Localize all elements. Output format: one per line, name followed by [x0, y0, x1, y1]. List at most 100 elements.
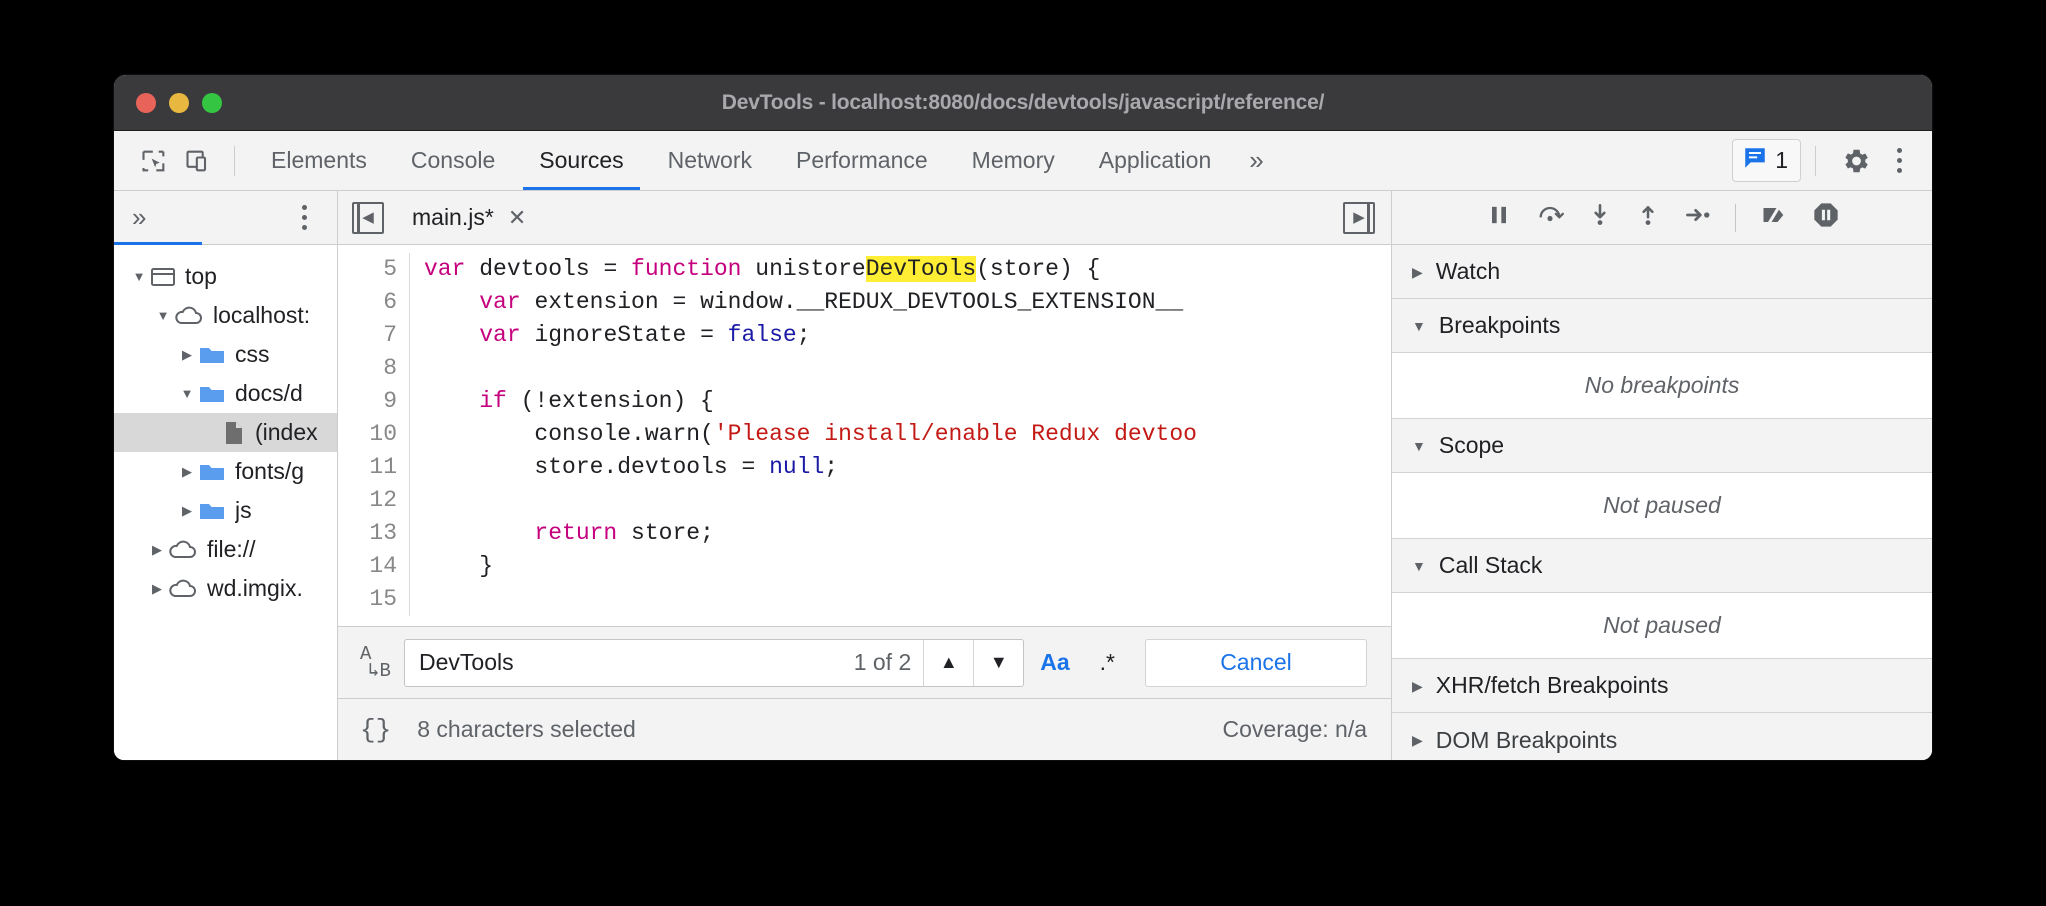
- code-viewer[interactable]: 5 var devtools = function unistoreDevToo…: [338, 245, 1391, 626]
- chevron-right-icon[interactable]: ▶: [146, 582, 168, 595]
- code-line: 15: [338, 583, 1391, 616]
- gear-icon[interactable]: [1834, 139, 1878, 183]
- more-panels-icon[interactable]: »: [1233, 145, 1279, 176]
- tree-item-file-protocol[interactable]: ▶ file://: [114, 530, 337, 569]
- chevron-right-icon[interactable]: ▶: [176, 465, 198, 478]
- tab-console[interactable]: Console: [389, 131, 517, 190]
- tree-item-label: wd.imgix.: [207, 575, 303, 602]
- chevron-down-icon[interactable]: ▼: [1412, 559, 1426, 573]
- line-number: 13: [338, 517, 410, 550]
- navigator-kebab-menu-icon[interactable]: [287, 205, 321, 230]
- find-input-group[interactable]: DevTools 1 of 2 ▲ ▼: [404, 639, 1024, 687]
- tree-item-index[interactable]: ▶ (index: [114, 413, 337, 452]
- tree-item-docs[interactable]: ▼ docs/d: [114, 374, 337, 413]
- show-navigator-icon[interactable]: ◀: [352, 202, 384, 234]
- tab-application[interactable]: Application: [1077, 131, 1234, 190]
- pause-script-execution-icon[interactable]: [1485, 201, 1513, 234]
- section-title: XHR/fetch Breakpoints: [1436, 672, 1669, 699]
- step-icon[interactable]: [1683, 201, 1713, 234]
- code-line: 6 var extension = window.__REDUX_DEVTOOL…: [338, 286, 1391, 319]
- folder-icon: [198, 499, 226, 523]
- section-title: DOM Breakpoints: [1436, 727, 1618, 754]
- chevron-down-icon[interactable]: ▼: [1412, 439, 1426, 453]
- zoom-window-button[interactable]: [202, 93, 222, 113]
- code-line: 12: [338, 484, 1391, 517]
- chevron-right-icon[interactable]: ▶: [146, 543, 168, 556]
- line-number: 8: [338, 352, 410, 385]
- editor-pane: ◀ main.js* ✕ ▶ 5 var devtools = function…: [338, 191, 1392, 760]
- line-number: 6: [338, 286, 410, 319]
- step-into-icon[interactable]: [1587, 201, 1613, 234]
- section-title: Breakpoints: [1439, 312, 1560, 339]
- chevron-down-icon[interactable]: ▼: [973, 640, 1023, 686]
- line-content: if (!extension) {: [410, 385, 714, 418]
- step-out-icon[interactable]: [1635, 201, 1661, 234]
- line-content: return store;: [410, 517, 714, 550]
- scope-empty-state: Not paused: [1392, 473, 1932, 539]
- match-case-button[interactable]: Aa: [1024, 649, 1085, 676]
- tab-performance[interactable]: Performance: [774, 131, 950, 190]
- tab-sources[interactable]: Sources: [517, 131, 645, 190]
- chevron-up-icon[interactable]: ▲: [923, 640, 973, 686]
- folder-icon: [198, 343, 226, 367]
- pretty-print-icon[interactable]: {}: [360, 715, 391, 745]
- chevron-right-icon[interactable]: ▶: [1412, 679, 1423, 693]
- pause-on-exceptions-icon[interactable]: [1812, 201, 1840, 234]
- kebab-menu-icon[interactable]: [1882, 148, 1916, 173]
- cloud-icon: [168, 538, 198, 562]
- file-tab-main-js[interactable]: main.js* ✕: [412, 191, 526, 244]
- cloud-icon: [168, 577, 198, 601]
- chevron-right-icon[interactable]: ▶: [1412, 733, 1423, 747]
- file-tree: ▼ top ▼: [114, 245, 337, 608]
- screenshot-root: DevTools - localhost:8080/docs/devtools/…: [0, 0, 2046, 906]
- section-header-scope[interactable]: ▼ Scope: [1392, 419, 1932, 473]
- section-header-watch[interactable]: ▶ Watch: [1392, 245, 1932, 299]
- tab-network[interactable]: Network: [646, 131, 774, 190]
- replace-icon[interactable]: A ↳B: [360, 645, 404, 681]
- chevron-down-icon[interactable]: ▼: [1412, 319, 1426, 333]
- tree-item-fonts[interactable]: ▶ fonts/g: [114, 452, 337, 491]
- tree-item-label: file://: [207, 536, 256, 563]
- tree-item-css[interactable]: ▶ css: [114, 335, 337, 374]
- tab-elements[interactable]: Elements: [249, 131, 389, 190]
- chevron-right-icon[interactable]: ▶: [176, 348, 198, 361]
- minimize-window-button[interactable]: [169, 93, 189, 113]
- deactivate-breakpoints-icon[interactable]: [1758, 201, 1790, 234]
- tree-item-top[interactable]: ▼ top: [114, 257, 337, 296]
- tree-item-label: js: [235, 497, 252, 524]
- chevron-right-icon[interactable]: ▶: [1412, 265, 1423, 279]
- tree-item-js[interactable]: ▶ js: [114, 491, 337, 530]
- show-debugger-icon[interactable]: ▶: [1343, 202, 1375, 234]
- line-number: 14: [338, 550, 410, 583]
- line-number: 5: [338, 253, 410, 286]
- chevron-down-icon[interactable]: ▼: [176, 387, 198, 400]
- debugger-toolbar-divider: [1735, 204, 1736, 232]
- section-header-call-stack[interactable]: ▼ Call Stack: [1392, 539, 1932, 593]
- tree-item-localhost[interactable]: ▼ localhost:: [114, 296, 337, 335]
- section-header-breakpoints[interactable]: ▼ Breakpoints: [1392, 299, 1932, 353]
- code-line: 11 store.devtools = null;: [338, 451, 1391, 484]
- chevron-right-icon[interactable]: ▶: [176, 504, 198, 517]
- code-lines: 5 var devtools = function unistoreDevToo…: [338, 245, 1391, 616]
- chevron-down-icon[interactable]: ▼: [152, 309, 174, 322]
- tree-item-wd-imgix[interactable]: ▶ wd.imgix.: [114, 569, 337, 608]
- tab-memory[interactable]: Memory: [950, 131, 1077, 190]
- console-messages-badge[interactable]: 1: [1732, 139, 1801, 182]
- chevron-down-icon[interactable]: ▼: [128, 270, 150, 283]
- tree-item-label: localhost:: [213, 302, 310, 329]
- section-header-xhr-breakpoints[interactable]: ▶ XHR/fetch Breakpoints: [1392, 659, 1932, 713]
- editor-status-bar: {} 8 characters selected Coverage: n/a: [338, 698, 1391, 760]
- window-title: DevTools - localhost:8080/docs/devtools/…: [114, 91, 1932, 115]
- close-window-button[interactable]: [136, 93, 156, 113]
- step-over-icon[interactable]: [1535, 201, 1565, 234]
- toolbar-divider-2: [1815, 146, 1816, 176]
- regex-button[interactable]: .*: [1086, 649, 1133, 676]
- section-header-dom-breakpoints[interactable]: ▶ DOM Breakpoints: [1392, 713, 1932, 760]
- tree-item-label: top: [185, 263, 217, 290]
- search-input[interactable]: DevTools: [405, 649, 854, 676]
- cancel-button[interactable]: Cancel: [1145, 639, 1367, 687]
- device-toolbar-icon[interactable]: [176, 139, 220, 183]
- more-tabs-icon[interactable]: »: [132, 202, 146, 233]
- close-icon[interactable]: ✕: [508, 205, 526, 231]
- inspect-element-icon[interactable]: [132, 139, 176, 183]
